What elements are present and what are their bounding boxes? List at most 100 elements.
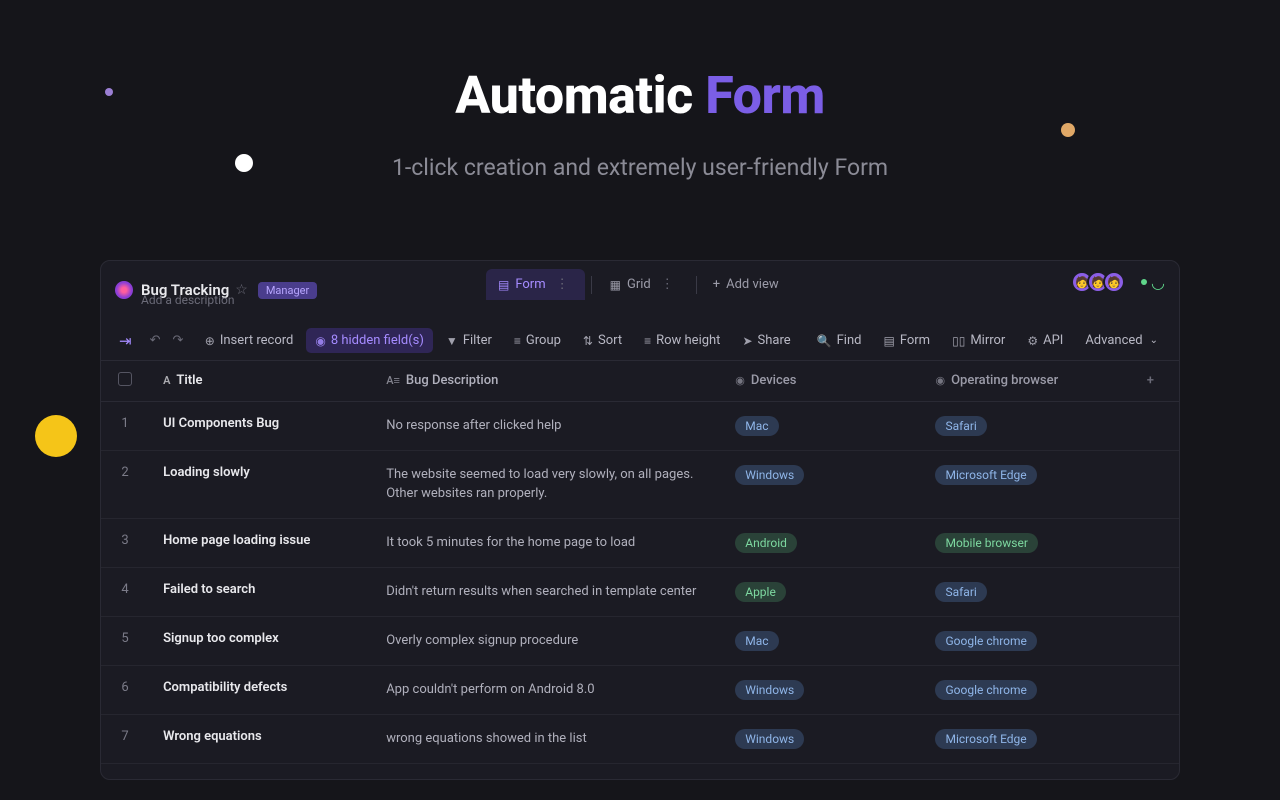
grid-icon: ▦ — [610, 278, 621, 292]
checkbox-icon[interactable] — [118, 372, 132, 386]
cell-description[interactable]: The website seemed to load very slowly, … — [372, 450, 721, 518]
divider — [591, 276, 592, 294]
hidden-fields-label: 8 hidden field(s) — [331, 333, 424, 348]
share-icon: ➤ — [742, 334, 752, 348]
browser-chip: Microsoft Edge — [935, 465, 1036, 485]
mirror-button[interactable]: ▯▯ Mirror — [943, 328, 1014, 353]
filter-button[interactable]: ▼ Filter — [437, 328, 501, 353]
cell-device[interactable]: Windows — [721, 665, 921, 714]
device-chip: Windows — [735, 729, 804, 749]
api-button[interactable]: ⚙ API — [1018, 328, 1072, 353]
hidden-fields-button[interactable]: ◉ 8 hidden field(s) — [306, 328, 433, 353]
cell-title[interactable]: UI Components Bug — [149, 401, 372, 450]
hero-title-accent: Form — [705, 65, 825, 126]
table-row[interactable]: 5Signup too complexOverly complex signup… — [101, 616, 1179, 665]
table-row[interactable]: 4Failed to searchDidn't return results w… — [101, 567, 1179, 616]
cell-device[interactable]: Mac — [721, 616, 921, 665]
view-tabs: ▤ Form ⋮ ▦ Grid ⋮ + Add view — [486, 269, 789, 300]
cell-browser[interactable]: Safari — [921, 567, 1121, 616]
cell-browser[interactable]: Mobile browser — [921, 518, 1121, 567]
column-browser[interactable]: ◉Operating browser — [921, 361, 1121, 401]
cell-title[interactable]: Wrong equations — [149, 714, 372, 763]
tab-menu-icon[interactable]: ⋮ — [657, 277, 678, 292]
description-placeholder[interactable]: Add a description — [141, 293, 235, 307]
undo-icon[interactable]: ↶ — [146, 329, 165, 352]
collaborator-avatars[interactable]: 🧑 🧑 🧑 — [1077, 271, 1125, 293]
share-button[interactable]: ➤ Share — [733, 328, 799, 353]
column-title[interactable]: ATitle — [149, 361, 372, 401]
advanced-button[interactable]: Advanced ⌄ — [1076, 328, 1167, 353]
plus-circle-icon: ⊕ — [205, 334, 215, 348]
add-view-button[interactable]: + Add view — [703, 269, 789, 300]
cell-description[interactable]: Didn't return results when searched in t… — [372, 567, 721, 616]
table-scroll[interactable]: ATitle A≡Bug Description ◉Devices ◉Opera… — [101, 361, 1179, 779]
sort-icon: ⇅ — [583, 334, 593, 348]
browser-chip: Google chrome — [935, 680, 1036, 700]
cell-title[interactable]: Home page loading issue — [149, 518, 372, 567]
cell-browser[interactable]: Microsoft Edge — [921, 450, 1121, 518]
app-logo-icon — [115, 281, 133, 299]
table-row[interactable]: 6Compatibility defectsApp couldn't perfo… — [101, 665, 1179, 714]
redo-icon[interactable]: ↷ — [168, 329, 187, 352]
cell-browser[interactable]: Microsoft Edge — [921, 714, 1121, 763]
tab-grid[interactable]: ▦ Grid ⋮ — [598, 269, 690, 300]
cell-browser[interactable]: Google chrome — [921, 616, 1121, 665]
cell-description[interactable]: No response after clicked help — [372, 401, 721, 450]
cell-device[interactable]: Android — [721, 518, 921, 567]
api-icon: ⚙ — [1027, 334, 1038, 348]
api-label: API — [1043, 333, 1063, 348]
tab-grid-label: Grid — [627, 277, 651, 292]
mirror-icon: ▯▯ — [952, 334, 965, 348]
add-row-button[interactable]: + — [101, 764, 1179, 780]
add-column-button[interactable]: + — [1122, 361, 1179, 401]
row-height-button[interactable]: ≡ Row height — [635, 328, 729, 353]
cell-description[interactable]: App couldn't perform on Android 8.0 — [372, 665, 721, 714]
table-row[interactable]: 3Home page loading issueIt took 5 minute… — [101, 518, 1179, 567]
cell-browser[interactable]: Google chrome — [921, 665, 1121, 714]
browser-chip: Google chrome — [935, 631, 1036, 651]
cell-title[interactable]: Signup too complex — [149, 616, 372, 665]
advanced-label: Advanced — [1085, 333, 1142, 348]
star-icon[interactable]: ☆ — [235, 282, 248, 298]
row-number: 6 — [101, 665, 149, 714]
find-button[interactable]: 🔍 Find — [808, 328, 871, 353]
mirror-label: Mirror — [970, 333, 1005, 348]
sort-button[interactable]: ⇅ Sort — [574, 328, 631, 353]
column-checkbox[interactable] — [101, 361, 149, 401]
sync-status-icon: ◡ — [1141, 273, 1165, 292]
browser-chip: Safari — [935, 416, 986, 436]
cell-device[interactable]: Windows — [721, 714, 921, 763]
cell-description[interactable]: Overly complex signup procedure — [372, 616, 721, 665]
tab-form[interactable]: ▤ Form ⋮ — [486, 269, 585, 300]
cell-browser[interactable]: Safari — [921, 401, 1121, 450]
tab-menu-icon[interactable]: ⋮ — [552, 277, 573, 292]
cell-empty — [1122, 518, 1179, 567]
column-description[interactable]: A≡Bug Description — [372, 361, 721, 401]
insert-record-label: Insert record — [220, 333, 294, 348]
cell-title[interactable]: Failed to search — [149, 567, 372, 616]
row-number: 7 — [101, 714, 149, 763]
sidebar-toggle-icon[interactable]: ⇥ — [113, 328, 138, 354]
cell-title[interactable]: Loading slowly — [149, 450, 372, 518]
role-badge: Manager — [258, 282, 317, 299]
cell-device[interactable]: Windows — [721, 450, 921, 518]
form-button[interactable]: ▤ Form — [874, 328, 939, 353]
row-number: 5 — [101, 616, 149, 665]
table-row[interactable]: 1UI Components BugNo response after clic… — [101, 401, 1179, 450]
insert-record-button[interactable]: ⊕ Insert record — [196, 328, 303, 353]
table-row[interactable]: 7Wrong equationswrong equations showed i… — [101, 714, 1179, 763]
cell-description[interactable]: It took 5 minutes for the home page to l… — [372, 518, 721, 567]
cell-device[interactable]: Apple — [721, 567, 921, 616]
row-number: 1 — [101, 401, 149, 450]
cell-description[interactable]: wrong equations showed in the list — [372, 714, 721, 763]
cell-empty — [1122, 714, 1179, 763]
column-devices[interactable]: ◉Devices — [721, 361, 921, 401]
cell-empty — [1122, 616, 1179, 665]
filter-icon: ▼ — [446, 334, 458, 348]
table-row[interactable]: 2Loading slowlyThe website seemed to loa… — [101, 450, 1179, 518]
cell-device[interactable]: Mac — [721, 401, 921, 450]
group-button[interactable]: ≡ Group — [505, 328, 570, 353]
cell-title[interactable]: Compatibility defects — [149, 665, 372, 714]
row-height-icon: ≡ — [644, 334, 651, 348]
cell-empty — [1122, 665, 1179, 714]
